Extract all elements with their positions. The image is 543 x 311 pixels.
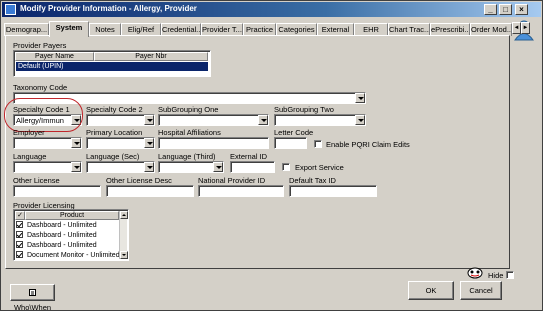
specialty-code-2-label: Specialty Code 2 xyxy=(86,105,143,114)
letter-code-field[interactable] xyxy=(274,137,307,149)
taxonomy-code-label: Taxonomy Code xyxy=(13,83,68,92)
licensing-scrollbar[interactable] xyxy=(119,211,128,259)
default-tax-id-label: Default Tax ID xyxy=(289,176,336,185)
primary-location-label: Primary Location xyxy=(86,128,143,137)
license-product: Dashboard - Unlimited xyxy=(27,222,97,229)
other-license-label: Other License xyxy=(13,176,60,185)
chevron-down-icon[interactable] xyxy=(144,162,154,172)
who-when-button[interactable]: Who\When xyxy=(10,284,55,311)
tab-scroll-left-button[interactable]: ◄ xyxy=(512,22,521,34)
title-bar: Modify Provider Information - Allergy, P… xyxy=(2,2,541,17)
select-all-column-header[interactable]: ✓ xyxy=(15,211,25,220)
tab-scroll-right-button[interactable]: ► xyxy=(521,22,530,34)
app-icon xyxy=(5,4,16,15)
license-row[interactable]: Dashboard - Unlimited xyxy=(16,231,97,241)
hide-label: Hide xyxy=(488,271,504,280)
language-dropdown[interactable] xyxy=(13,161,82,173)
payer-row-selected[interactable]: Default (UPIN) xyxy=(16,62,208,71)
chevron-down-icon[interactable] xyxy=(258,115,268,125)
cancel-button[interactable]: Cancel xyxy=(460,281,502,300)
primary-location-dropdown[interactable] xyxy=(86,137,155,149)
check-icon[interactable] xyxy=(16,231,23,238)
other-license-field[interactable] xyxy=(13,185,101,197)
license-row[interactable]: Document Monitor - Unlimited xyxy=(16,251,120,261)
scroll-up-icon[interactable] xyxy=(120,211,128,219)
close-button[interactable]: × xyxy=(515,4,528,15)
specialty-code-2-dropdown[interactable] xyxy=(86,114,155,126)
history-icon xyxy=(29,289,36,296)
maximize-button[interactable]: □ xyxy=(499,4,512,15)
provider-window: Modify Provider Information - Allergy, P… xyxy=(0,0,543,311)
chevron-down-icon[interactable] xyxy=(144,115,154,125)
language-sec-label: Language (Sec) xyxy=(86,152,140,161)
check-icon[interactable] xyxy=(16,241,23,248)
mask-icon xyxy=(467,267,483,279)
chevron-down-icon[interactable] xyxy=(71,138,81,148)
tab-strip: Demograp... System Notes Elig/Ref Creden… xyxy=(4,21,512,37)
external-id-label: External ID xyxy=(230,152,268,161)
license-product: Document Monitor - Unlimited xyxy=(27,252,120,259)
subgrouping-two-label: SubGrouping Two xyxy=(274,105,334,114)
scroll-down-icon[interactable] xyxy=(120,251,128,259)
hospital-affiliations-label: Hospital Affiliations xyxy=(158,128,221,137)
language-sec-dropdown[interactable] xyxy=(86,161,155,173)
who-when-label: Who\When xyxy=(13,303,52,311)
tab-scroll: ◄ ► xyxy=(512,22,530,34)
external-id-field[interactable] xyxy=(230,161,275,173)
chevron-down-icon[interactable] xyxy=(355,115,365,125)
license-product: Dashboard - Unlimited xyxy=(27,242,97,249)
license-row[interactable]: Dashboard - Unlimited xyxy=(16,221,97,231)
chevron-down-icon[interactable] xyxy=(144,138,154,148)
employer-dropdown[interactable] xyxy=(13,137,82,149)
pqri-claim-edits-checkbox[interactable] xyxy=(314,140,322,148)
license-row[interactable]: Dashboard - Unlimited xyxy=(16,241,97,251)
payer-nbr-column-header[interactable]: Payer Nbr xyxy=(94,52,208,61)
provider-payers-grid[interactable]: Payer Name Payer Nbr Default (UPIN) xyxy=(13,50,211,77)
chevron-down-icon[interactable] xyxy=(213,162,223,172)
subgrouping-two-dropdown[interactable] xyxy=(274,114,366,126)
product-column-header[interactable]: Product xyxy=(25,211,119,220)
tab-system[interactable]: System xyxy=(49,21,89,37)
national-provider-id-field[interactable] xyxy=(198,185,284,197)
ok-button[interactable]: OK xyxy=(408,281,454,300)
language-label: Language xyxy=(13,152,47,161)
provider-payers-label: Provider Payers xyxy=(13,41,67,50)
other-license-desc-field[interactable] xyxy=(106,185,194,197)
specialty-highlight-circle xyxy=(4,98,83,132)
payer-name-column-header[interactable]: Payer Name xyxy=(15,52,94,61)
national-provider-id-label: National Provider ID xyxy=(198,176,266,185)
window-title: Modify Provider Information - Allergy, P… xyxy=(20,4,197,13)
language-third-dropdown[interactable] xyxy=(158,161,224,173)
check-icon[interactable] xyxy=(16,221,23,228)
minimize-button[interactable]: _ xyxy=(484,4,497,15)
other-license-desc-label: Other License Desc xyxy=(106,176,172,185)
default-tax-id-field[interactable] xyxy=(289,185,377,197)
license-product: Dashboard - Unlimited xyxy=(27,232,97,239)
language-third-label: Language (Third) xyxy=(158,152,216,161)
letter-code-label: Letter Code xyxy=(274,128,314,137)
chevron-down-icon[interactable] xyxy=(71,162,81,172)
provider-licensing-grid[interactable]: ✓ Product Dashboard - Unlimited Dashboar… xyxy=(13,209,129,261)
subgrouping-one-label: SubGrouping One xyxy=(158,105,219,114)
employer-label: Employer xyxy=(13,128,45,137)
pqri-claim-edits-label: Enable PQRI Claim Edits xyxy=(326,140,410,149)
chevron-down-icon[interactable] xyxy=(355,93,365,103)
check-icon[interactable] xyxy=(16,251,23,258)
subgrouping-one-dropdown[interactable] xyxy=(158,114,269,126)
hospital-affiliations-field[interactable] xyxy=(158,137,269,149)
export-service-checkbox[interactable] xyxy=(282,163,290,171)
export-service-label: Export Service xyxy=(295,163,344,172)
hide-checkbox[interactable] xyxy=(506,271,514,279)
